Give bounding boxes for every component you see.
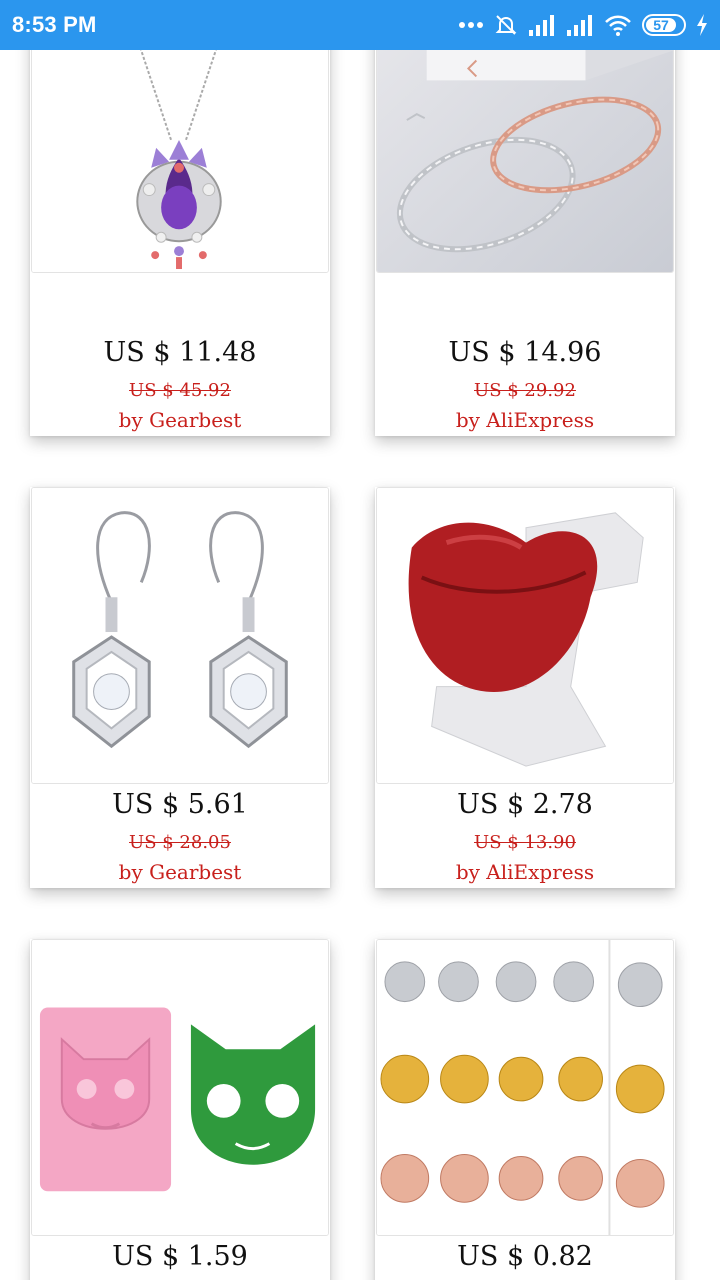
product-image[interactable] [376, 939, 674, 1236]
product-card[interactable]: US $ 5.61 US $ 28.05 by Gearbest [30, 487, 330, 888]
cat-keychain-image [32, 940, 328, 1235]
product-card[interactable]: US $ 0.82 [375, 939, 675, 1280]
product-price: US $ 5.61 [112, 789, 248, 820]
signal-icon [566, 13, 594, 37]
original-price: US $ 13.90 [474, 832, 576, 853]
product-grid: US $ 11.48 US $ 45.92 by Gearbest US $ 1… [0, 0, 720, 1280]
signal-icon [528, 13, 556, 37]
seller-label: by AliExpress [455, 860, 595, 884]
product-price: US $ 11.48 [103, 337, 257, 368]
product-card[interactable]: US $ 14.96 US $ 29.92 by AliExpress [375, 0, 675, 436]
product-price: US $ 14.96 [448, 337, 602, 368]
product-card[interactable]: US $ 1.59 [30, 939, 330, 1280]
product-image[interactable] [31, 939, 329, 1236]
seller-label: by Gearbest [118, 860, 242, 884]
wifi-icon [604, 13, 632, 37]
product-price: US $ 2.78 [457, 789, 593, 820]
status-icons: 57 [458, 13, 708, 37]
earrings-image [32, 488, 328, 783]
original-price: US $ 45.92 [129, 380, 231, 401]
product-price: US $ 1.59 [112, 1241, 248, 1272]
earring-backs-image [377, 940, 673, 1235]
battery-level: 57 [653, 17, 669, 33]
product-image[interactable] [376, 487, 674, 784]
status-time: 8:53 PM [12, 12, 97, 37]
product-price: US $ 0.82 [457, 1241, 593, 1272]
battery-icon: 57 [642, 13, 686, 37]
product-card[interactable]: US $ 2.78 US $ 13.90 by AliExpress [375, 487, 675, 888]
more-dots-icon [458, 13, 484, 37]
status-bar: 8:53 PM 57 [0, 0, 720, 50]
product-image[interactable] [31, 487, 329, 784]
original-price: US $ 28.05 [129, 832, 231, 853]
seller-label: by Gearbest [118, 408, 242, 432]
mute-icon [494, 13, 518, 37]
seller-label: by AliExpress [455, 408, 595, 432]
charging-icon [696, 13, 708, 37]
product-card[interactable]: US $ 11.48 US $ 45.92 by Gearbest [30, 0, 330, 436]
original-price: US $ 29.92 [474, 380, 576, 401]
lips-ring-image [377, 488, 673, 783]
